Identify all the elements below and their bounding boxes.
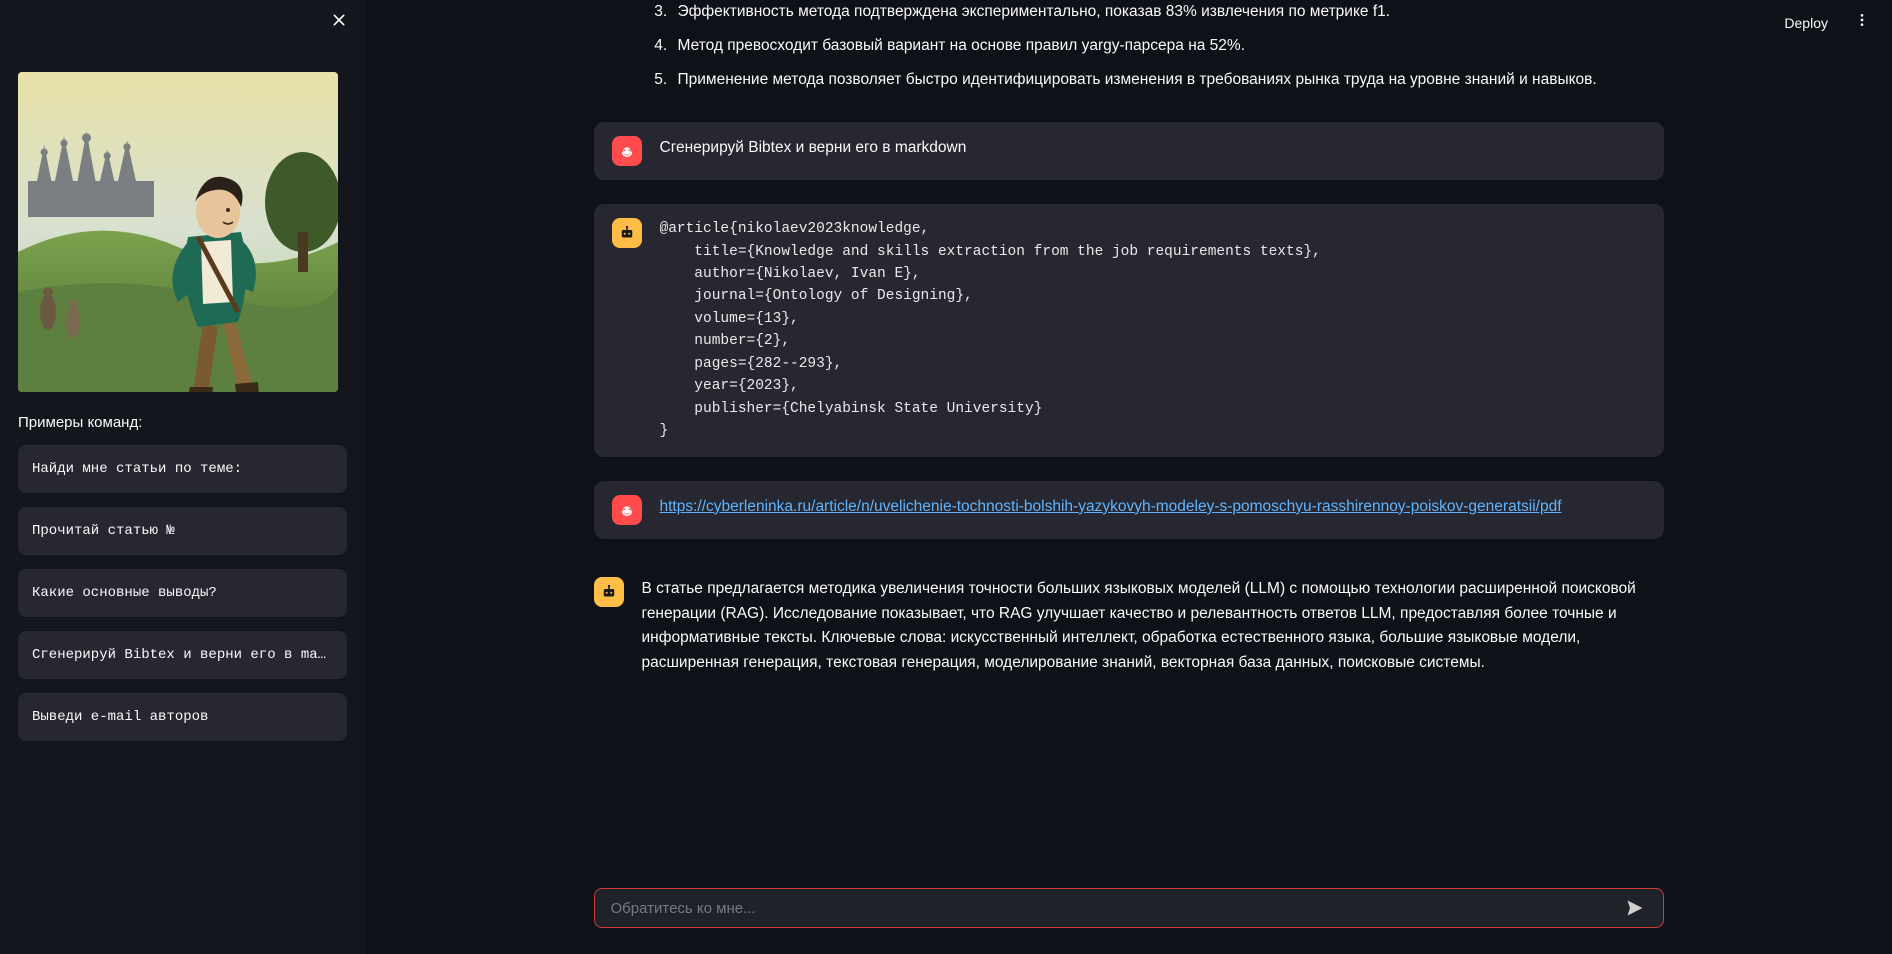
hero-illustration: [18, 72, 338, 392]
numbered-conclusions: Эффективность метода подтверждена экспер…: [594, 0, 1664, 92]
bot-avatar-icon: [612, 218, 642, 248]
chat-input-bar: [594, 888, 1664, 928]
user-avatar-icon: [612, 136, 642, 166]
sidebar-heading: Примеры команд:: [18, 414, 347, 431]
bot-summary-text: В статье предлагается методика увеличени…: [642, 577, 1664, 676]
chat-message-user: https://cyberleninka.ru/article/n/uvelic…: [594, 481, 1664, 539]
chat-scroll[interactable]: Эффективность метода подтверждена экспер…: [365, 0, 1892, 888]
command-button[interactable]: Какие основные выводы?: [18, 569, 347, 617]
user-avatar-icon: [612, 495, 642, 525]
main-panel: Deploy Эффективность метода подтверждена…: [365, 0, 1892, 954]
topbar: Deploy: [1760, 0, 1892, 45]
user-message-text: Сгенерируй Bibtex и верни его в markdown: [660, 136, 1646, 161]
command-list: Найди мне статьи по теме: Прочитай стать…: [18, 445, 347, 741]
sidebar: Примеры команд: Найди мне статьи по теме…: [0, 0, 365, 954]
chat-message-user: Сгенерируй Bibtex и верни его в markdown: [594, 122, 1664, 180]
close-icon[interactable]: [331, 12, 347, 31]
bot-avatar-icon: [594, 577, 624, 607]
command-button[interactable]: Сгенерируй Bibtex и верни его в markdown: [18, 631, 347, 679]
article-link[interactable]: https://cyberleninka.ru/article/n/uvelic…: [660, 498, 1562, 515]
chat-input[interactable]: [609, 899, 1621, 918]
chat-message-bot: @article{nikolaev2023knowledge, title={K…: [594, 204, 1664, 457]
command-button[interactable]: Найди мне статьи по теме:: [18, 445, 347, 493]
kebab-menu-icon[interactable]: [1848, 10, 1876, 35]
deploy-button[interactable]: Deploy: [1776, 11, 1836, 35]
conclusion-item: Применение метода позволяет быстро идент…: [672, 68, 1664, 92]
send-button[interactable]: [1621, 894, 1649, 922]
chat-message-bot: В статье предлагается методика увеличени…: [594, 563, 1664, 690]
command-button[interactable]: Выведи e-mail авторов: [18, 693, 347, 741]
conclusion-item: Эффективность метода подтверждена экспер…: [672, 0, 1664, 24]
bibtex-code-block: @article{nikolaev2023knowledge, title={K…: [660, 218, 1646, 443]
command-button[interactable]: Прочитай статью №: [18, 507, 347, 555]
conclusion-item: Метод превосходит базовый вариант на осн…: [672, 34, 1664, 58]
